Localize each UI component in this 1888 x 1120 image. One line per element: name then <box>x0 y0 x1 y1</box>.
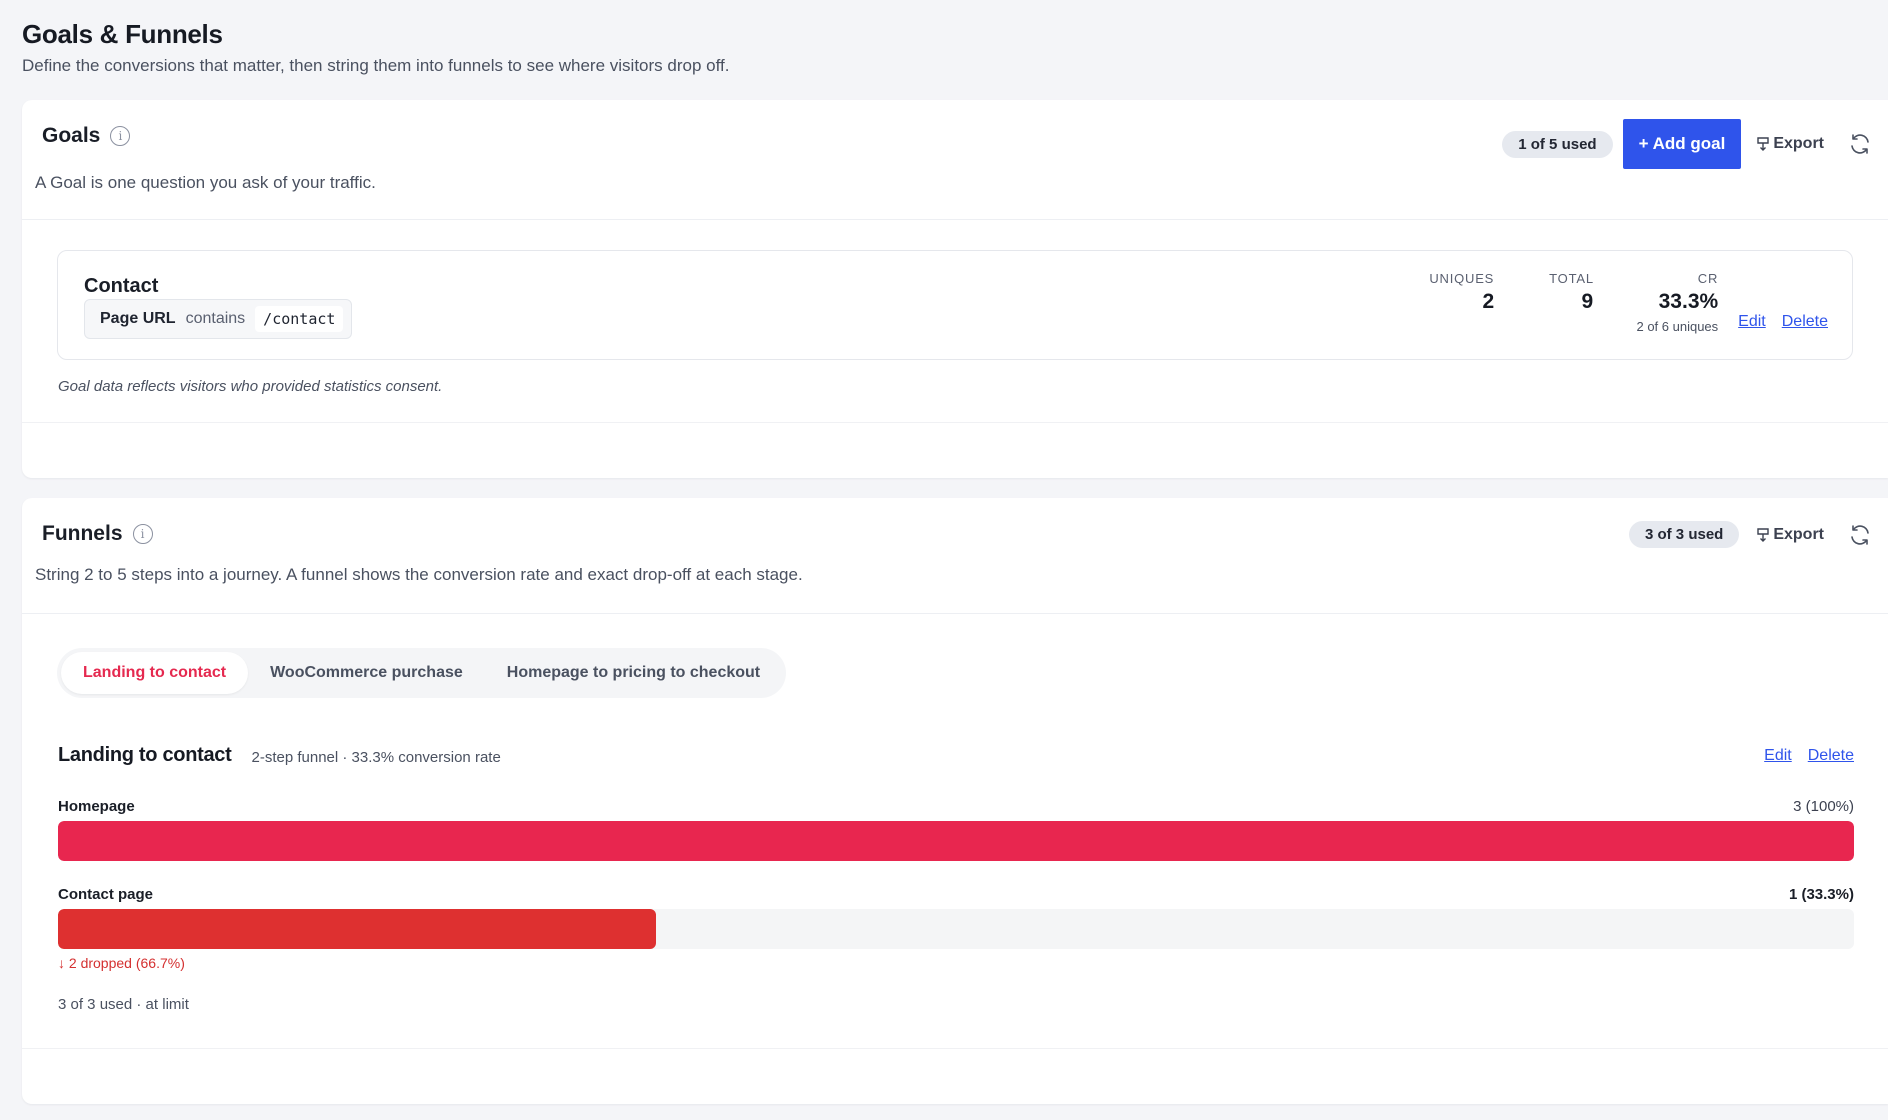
step-bar-track <box>58 909 1854 949</box>
goals-card: Goals i 1 of 5 used + Add goal Export A … <box>22 100 1888 478</box>
goal-stat-cr: CR 33.3% 2 of 6 uniques <box>1618 271 1718 334</box>
goals-title: Goals i <box>42 124 131 148</box>
goal-name: Contact <box>84 275 159 297</box>
goal-stats: UNIQUES 2 TOTAL 9 CR 33.3% 2 of 6 unique… <box>1428 271 1852 334</box>
goal-edit-link[interactable]: Edit <box>1738 313 1766 331</box>
funnels-description: String 2 to 5 steps into a journey. A fu… <box>22 566 1888 614</box>
export-icon <box>1757 527 1770 542</box>
funnel-meta: 2-step funnel · 33.3% conversion rate <box>251 748 501 766</box>
total-value: 9 <box>1581 290 1594 313</box>
total-label: TOTAL <box>1549 271 1594 286</box>
goal-rule-operator: contains <box>185 310 246 327</box>
funnel-actions: Edit Delete <box>1764 747 1854 765</box>
funnels-card: Funnels i 3 of 3 used Export String 2 to… <box>22 498 1888 1104</box>
funnel-delete-link[interactable]: Delete <box>1808 747 1854 765</box>
funnels-header: Funnels i 3 of 3 used Export <box>22 498 1888 568</box>
step-row: Contact page 1 (33.3%) <box>58 886 1854 903</box>
add-goal-button[interactable]: + Add goal <box>1622 119 1742 169</box>
funnels-title: Funnels i <box>42 522 153 546</box>
goal-delete-link[interactable]: Delete <box>1782 313 1828 331</box>
funnel-edit-link[interactable]: Edit <box>1764 747 1792 765</box>
goal-stat-total: TOTAL 9 <box>1549 271 1593 314</box>
step-bar-fill <box>58 909 657 949</box>
funnel-step-2: Contact page 1 (33.3%) ↓ 2 dropped (66.7… <box>58 886 1854 971</box>
uniques-label: UNIQUES <box>1429 271 1495 286</box>
goals-funnels-page: Goals & Funnels Define the conversions t… <box>0 0 1888 1120</box>
goal-item-contact: Contact Page URL contains /contact UNIQU… <box>57 250 1853 360</box>
tab-homepage-to-pricing-to-checkout[interactable]: Homepage to pricing to checkout <box>485 652 782 694</box>
funnel-limit-note: 3 of 3 used · at limit <box>58 996 189 1013</box>
goals-divider <box>22 422 1888 423</box>
step-bar-track <box>58 821 1854 861</box>
funnels-divider <box>22 1048 1888 1049</box>
goals-export-button[interactable]: Export <box>1757 135 1824 153</box>
tab-woocommerce-purchase[interactable]: WooCommerce purchase <box>248 652 485 694</box>
page-title: Goals & Funnels <box>22 19 223 49</box>
step-count: 1 (33.3%) <box>1788 886 1854 903</box>
step-count: 3 (100%) <box>1793 798 1854 815</box>
funnels-export-label: Export <box>1773 525 1824 543</box>
goals-usage-badge: 1 of 5 used <box>1502 130 1613 158</box>
funnels-title-text: Funnels <box>42 522 123 545</box>
tab-landing-to-contact[interactable]: Landing to contact <box>61 652 249 694</box>
cr-value: 33.3% <box>1658 290 1719 313</box>
goals-export-label: Export <box>1773 135 1824 152</box>
step-name: Contact page <box>58 886 154 903</box>
funnels-refresh-icon[interactable] <box>1848 523 1872 547</box>
cr-label: CR <box>1697 271 1719 286</box>
goal-actions: Edit Delete <box>1738 313 1828 331</box>
funnels-export-button[interactable]: Export <box>1757 526 1824 544</box>
goal-rule-value: /contact <box>255 306 344 332</box>
goal-rule-field: Page URL <box>100 310 176 327</box>
goal-stat-uniques: UNIQUES 2 <box>1428 271 1494 314</box>
step-name: Homepage <box>58 798 135 815</box>
funnel-name: Landing to contact <box>58 744 232 766</box>
goals-title-text: Goals <box>42 124 101 147</box>
step-bar-fill <box>58 821 1854 861</box>
dropoff-note: ↓ 2 dropped (66.7%) <box>58 955 185 971</box>
consent-note: Goal data reflects visitors who provided… <box>58 378 443 395</box>
info-icon[interactable]: i <box>132 524 153 544</box>
export-icon <box>1757 137 1770 151</box>
funnels-actions: 3 of 3 used Export <box>1628 521 1872 548</box>
info-icon[interactable]: i <box>110 126 131 146</box>
goals-header: Goals i 1 of 5 used + Add goal Export <box>22 100 1888 170</box>
goals-refresh-icon[interactable] <box>1848 132 1872 156</box>
goals-description: A Goal is one question you ask of your t… <box>22 170 1888 220</box>
uniques-value: 2 <box>1482 290 1495 313</box>
step-row: Homepage 3 (100%) <box>58 798 1854 815</box>
funnel-step-1: Homepage 3 (100%) <box>58 798 1854 861</box>
funnel-header: Landing to contact 2-step funnel · 33.3%… <box>58 744 1854 767</box>
goal-rule: Page URL contains /contact <box>84 299 353 339</box>
funnel-tabs: Landing to contact WooCommerce purchase … <box>57 648 787 698</box>
goals-actions: 1 of 5 used + Add goal Export <box>1502 119 1872 169</box>
page-subtitle: Define the conversions that matter, then… <box>22 56 730 75</box>
cr-subtext: 2 of 6 uniques <box>1636 319 1719 334</box>
funnels-usage-badge: 3 of 3 used <box>1628 521 1740 548</box>
